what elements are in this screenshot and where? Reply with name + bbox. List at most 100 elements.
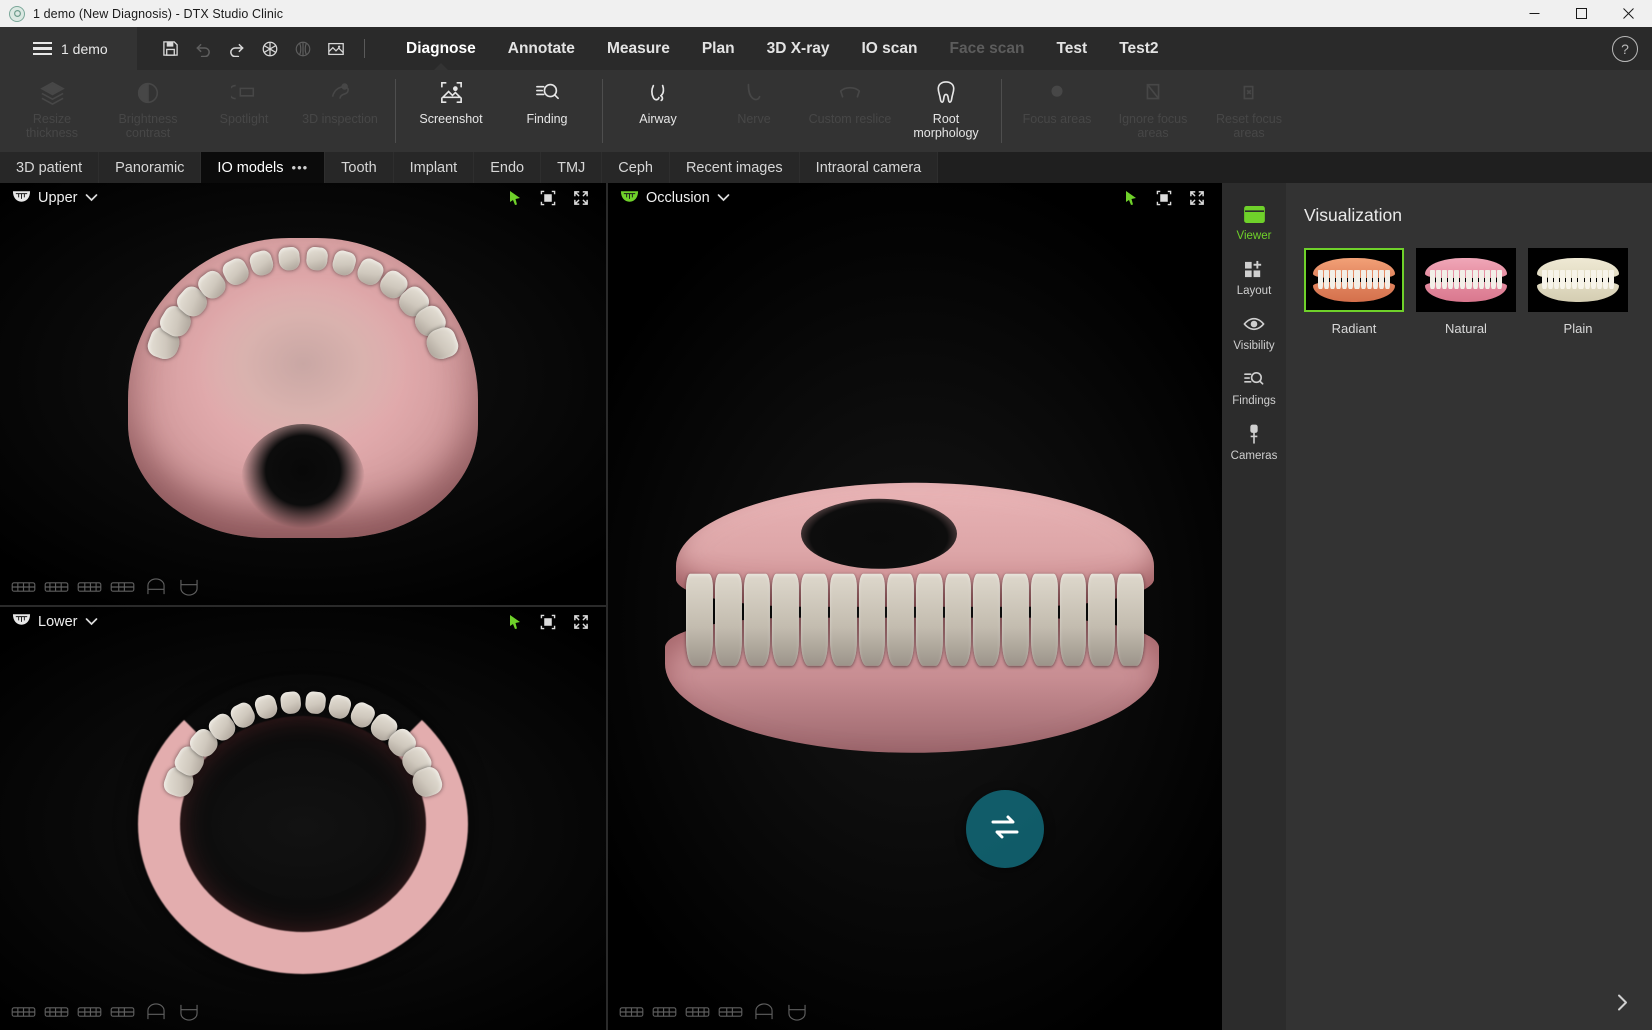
view-preset-back-icon[interactable]	[109, 1002, 136, 1022]
view-preset-lower-arch-icon[interactable]	[175, 577, 202, 597]
plain-preview-icon	[1537, 258, 1619, 302]
occlusion-view-presets	[618, 1002, 810, 1022]
view-preset-right-icon[interactable]	[43, 1002, 70, 1022]
rail-item-viewer[interactable]: Viewer	[1223, 197, 1285, 247]
rail-item-findings[interactable]: Findings	[1223, 362, 1285, 412]
visualization-option-plain[interactable]: Plain	[1528, 248, 1628, 336]
occlusion-maximize-viewport-button[interactable]	[1184, 186, 1210, 210]
tab-recent-images[interactable]: Recent images	[669, 152, 800, 183]
natural-preview-icon	[1425, 258, 1507, 302]
brain-render-button[interactable]	[287, 33, 318, 64]
image-gallery-button[interactable]	[320, 33, 351, 64]
visualization-thumb-natural[interactable]	[1416, 248, 1516, 312]
menu-item-annotate[interactable]: Annotate	[492, 27, 591, 70]
right-tool-rail: Viewer Layout Visibility Findings Camera…	[1222, 183, 1286, 1030]
tab-intraoral-camera[interactable]: Intraoral camera	[799, 152, 939, 183]
camera-plug-icon	[1246, 423, 1262, 445]
view-preset-front-icon[interactable]	[10, 1002, 37, 1022]
ribbon-screenshot[interactable]: Screenshot	[403, 70, 499, 152]
visualization-thumb-plain[interactable]	[1528, 248, 1628, 312]
view-preset-upper-arch-icon[interactable]	[750, 1002, 777, 1022]
visualization-thumb-radiant[interactable]	[1304, 248, 1404, 312]
menu-item-test2[interactable]: Test2	[1103, 27, 1174, 70]
occlusion-pointer-tool-button[interactable]	[1118, 186, 1144, 210]
tab-endo[interactable]: Endo	[474, 152, 542, 183]
viewport-occlusion-dropdown-icon[interactable]	[717, 189, 730, 207]
minimize-button[interactable]	[1511, 0, 1558, 27]
ribbon-label: Ignore focus areas	[1118, 112, 1188, 140]
tab-io-models[interactable]: IO models •••	[201, 152, 326, 183]
reset-focus-icon	[1237, 77, 1261, 108]
upper-maximize-viewport-button[interactable]	[568, 186, 594, 210]
help-icon[interactable]: ?	[1612, 35, 1638, 62]
undo-button[interactable]	[188, 33, 219, 64]
view-preset-front-icon[interactable]	[618, 1002, 645, 1022]
lower-fit-to-view-button[interactable]	[535, 610, 561, 634]
visualization-option-radiant[interactable]: Radiant	[1304, 248, 1404, 336]
toolbar-divider	[364, 39, 365, 58]
upper-pointer-tool-button[interactable]	[502, 186, 528, 210]
ribbon-root-morphology[interactable]: Root morphology	[898, 70, 994, 152]
panel-collapse-button[interactable]	[1608, 988, 1636, 1016]
viewport-occlusion-title: Occlusion	[646, 190, 710, 206]
tab-implant[interactable]: Implant	[393, 152, 475, 183]
visualization-option-natural[interactable]: Natural	[1416, 248, 1516, 336]
view-preset-back-icon[interactable]	[109, 577, 136, 597]
menu-item-diagnose[interactable]: Diagnose	[390, 27, 492, 70]
menu-item-3d-xray[interactable]: 3D X-ray	[751, 27, 846, 70]
save-button[interactable]	[155, 33, 186, 64]
menu-item-io-scan[interactable]: IO scan	[845, 27, 933, 70]
rail-item-cameras[interactable]: Cameras	[1223, 417, 1285, 467]
occlusion-3d-scene[interactable]	[608, 183, 1222, 1030]
view-preset-lower-arch-icon[interactable]	[783, 1002, 810, 1022]
aperture-button[interactable]	[254, 33, 285, 64]
maximize-button[interactable]	[1558, 0, 1605, 27]
view-preset-left-icon[interactable]	[76, 577, 103, 597]
tab-overflow-menu-icon[interactable]: •••	[292, 160, 309, 175]
view-preset-upper-arch-icon[interactable]	[142, 577, 169, 597]
viewport-occlusion[interactable]: Occlusion	[608, 183, 1222, 1030]
swap-rotate-button[interactable]	[966, 790, 1044, 868]
ribbon-finding[interactable]: Finding	[499, 70, 595, 152]
view-preset-front-icon[interactable]	[10, 577, 37, 597]
occlusion-fit-to-view-button[interactable]	[1151, 186, 1177, 210]
menu-item-measure[interactable]: Measure	[591, 27, 686, 70]
occlusion-model	[655, 482, 1175, 753]
layers-icon	[39, 77, 66, 108]
tab-tmj[interactable]: TMJ	[541, 152, 603, 183]
viewport-upper-dropdown-icon[interactable]	[85, 189, 98, 207]
view-preset-right-icon[interactable]	[651, 1002, 678, 1022]
rail-item-visibility[interactable]: Visibility	[1223, 307, 1285, 357]
view-preset-upper-arch-icon[interactable]	[142, 1002, 169, 1022]
ribbon-label: Spotlight	[219, 112, 269, 126]
tab-panoramic[interactable]: Panoramic	[99, 152, 202, 183]
rail-item-layout[interactable]: Layout	[1223, 252, 1285, 302]
viewport-lower-dropdown-icon[interactable]	[85, 613, 98, 631]
visualization-options: Radiant Natural Plain	[1304, 248, 1652, 336]
redo-button[interactable]	[221, 33, 252, 64]
view-preset-left-icon[interactable]	[684, 1002, 711, 1022]
viewport-upper[interactable]: Upper	[0, 183, 606, 607]
close-button[interactable]	[1605, 0, 1652, 27]
upper-fit-to-view-button[interactable]	[535, 186, 561, 210]
lower-maximize-viewport-button[interactable]	[568, 610, 594, 634]
tab-tooth[interactable]: Tooth	[325, 152, 394, 183]
lower-jaw-3d-scene[interactable]	[0, 606, 606, 1030]
visualization-label: Plain	[1563, 321, 1593, 336]
airway-icon	[645, 77, 671, 108]
view-preset-back-icon[interactable]	[717, 1002, 744, 1022]
viewport-lower[interactable]: Lower	[0, 606, 606, 1030]
view-preset-lower-arch-icon[interactable]	[175, 1002, 202, 1022]
lower-pointer-tool-button[interactable]	[502, 610, 528, 634]
menu-item-test[interactable]: Test	[1040, 27, 1103, 70]
menu-item-plan[interactable]: Plan	[686, 27, 751, 70]
tab-3d-patient[interactable]: 3D patient	[0, 152, 100, 183]
ribbon-airway[interactable]: Airway	[610, 70, 706, 152]
tab-ceph[interactable]: Ceph	[602, 152, 670, 183]
main-menu-bar: 1 demo Diagnose Annotate Measure Plan 3D…	[0, 27, 1652, 70]
view-preset-left-icon[interactable]	[76, 1002, 103, 1022]
module-tab-strip: 3D patient Panoramic IO models ••• Tooth…	[0, 152, 1652, 183]
project-menu-button[interactable]: 1 demo	[0, 27, 137, 70]
upper-jaw-3d-scene[interactable]	[0, 183, 606, 605]
view-preset-right-icon[interactable]	[43, 577, 70, 597]
